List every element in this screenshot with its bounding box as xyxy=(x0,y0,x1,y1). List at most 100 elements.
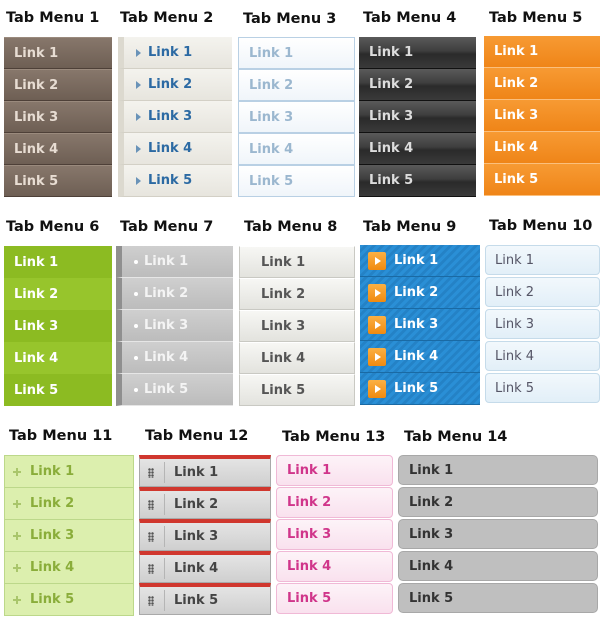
menu-link-3[interactable]: Link 3 xyxy=(360,309,480,341)
menu-link-5[interactable]: Link 5 xyxy=(360,373,480,405)
menu-link-1[interactable]: Link 1 xyxy=(360,245,480,277)
menu-link-5[interactable]: Link 5 xyxy=(485,373,600,403)
menu-link-2[interactable]: Link 2 xyxy=(116,278,233,310)
menu-link-1[interactable]: Link 1 xyxy=(4,246,112,278)
menu-link-5[interactable]: Link 5 xyxy=(116,374,233,406)
menu-link-2[interactable]: Link 2 xyxy=(276,487,393,518)
menu-link-2[interactable]: Link 2 xyxy=(4,278,112,310)
menu-link-5[interactable]: Link 5 xyxy=(359,165,476,197)
plus-icon xyxy=(13,467,21,476)
menu-link-2[interactable]: Link 2 xyxy=(118,69,232,101)
menu-link-3[interactable]: Link 3 xyxy=(239,310,355,342)
menu-link-2[interactable]: Link 2 xyxy=(239,278,355,310)
menu-link-4[interactable]: Link 4 xyxy=(118,133,232,165)
link-label: Link 2 xyxy=(409,494,454,510)
link-label: Link 3 xyxy=(495,316,535,332)
menu-link-2[interactable]: Link 2 xyxy=(4,487,134,520)
menu-link-3[interactable]: Link 3 xyxy=(4,519,134,552)
menu-link-4[interactable]: Link 4 xyxy=(238,133,355,165)
menu-link-1[interactable]: Link 1 xyxy=(118,37,232,69)
link-label: Link 2 xyxy=(494,76,539,91)
menu-title: Tab Menu 7 xyxy=(120,219,214,235)
menu-link-5[interactable]: Link 5 xyxy=(4,374,112,406)
menu-title: Tab Menu 13 xyxy=(282,429,386,445)
menu-link-3[interactable]: Link 3 xyxy=(238,101,355,133)
menu-link-1[interactable]: Link 1 xyxy=(398,455,598,485)
play-icon xyxy=(368,315,386,334)
menu-link-5[interactable]: Link 5 xyxy=(118,165,232,197)
menu-link-3[interactable]: Link 3 xyxy=(485,309,600,339)
menu-link-4[interactable]: Link 4 xyxy=(4,133,112,165)
menu-link-5[interactable]: Link 5 xyxy=(238,165,355,197)
link-label: Link 2 xyxy=(148,77,193,92)
menu-link-5[interactable]: Link 5 xyxy=(276,583,393,614)
menu-link-5[interactable]: Link 5 xyxy=(4,583,134,616)
link-label: Link 3 xyxy=(369,109,414,124)
link-label: Link 1 xyxy=(394,253,439,268)
menu-link-3[interactable]: Link 3 xyxy=(118,101,232,133)
link-label: Link 4 xyxy=(148,141,193,156)
menu-link-5[interactable]: Link 5 xyxy=(4,165,112,197)
menu-link-2[interactable]: Link 2 xyxy=(4,69,112,101)
menu-link-3[interactable]: Link 3 xyxy=(276,519,393,550)
play-icon xyxy=(368,379,386,398)
menu-link-3[interactable]: Link 3 xyxy=(139,519,271,551)
menu-link-5[interactable]: Link 5 xyxy=(484,164,600,196)
link-label: Link 1 xyxy=(409,462,454,478)
menu-link-4[interactable]: Link 4 xyxy=(276,551,393,582)
grip-icon xyxy=(148,531,154,542)
tab-menu-1: Tab Menu 1 Link 1 Link 2 Link 3 Link 4 L… xyxy=(4,8,112,198)
link-label: Link 3 xyxy=(287,527,332,542)
menu-link-4[interactable]: Link 4 xyxy=(139,551,271,583)
link-label: Link 4 xyxy=(495,348,535,364)
menu-link-4[interactable]: Link 4 xyxy=(239,342,355,374)
menu-link-4[interactable]: Link 4 xyxy=(4,551,134,584)
menu-link-4[interactable]: Link 4 xyxy=(485,341,600,371)
menu-link-1[interactable]: Link 1 xyxy=(4,455,134,488)
chevron-right-icon xyxy=(136,144,141,153)
menu-link-1[interactable]: Link 1 xyxy=(276,455,393,486)
menu-link-2[interactable]: Link 2 xyxy=(360,277,480,309)
menu-link-1[interactable]: Link 1 xyxy=(484,36,600,68)
menu-link-2[interactable]: Link 2 xyxy=(485,277,600,307)
menu-link-3[interactable]: Link 3 xyxy=(116,310,233,342)
menu-link-5[interactable]: Link 5 xyxy=(239,374,355,406)
menu-link-3[interactable]: Link 3 xyxy=(398,519,598,549)
menu-link-3[interactable]: Link 3 xyxy=(4,101,112,133)
grip-icon xyxy=(148,595,154,606)
menu-link-2[interactable]: Link 2 xyxy=(139,487,271,519)
divider xyxy=(164,590,165,611)
menu-link-1[interactable]: Link 1 xyxy=(116,246,233,278)
menu-link-2[interactable]: Link 2 xyxy=(398,487,598,517)
menu-link-4[interactable]: Link 4 xyxy=(4,342,112,374)
menu-link-4[interactable]: Link 4 xyxy=(360,341,480,373)
menu-link-3[interactable]: Link 3 xyxy=(359,101,476,133)
link-label: Link 5 xyxy=(30,592,75,607)
link-label: Link 2 xyxy=(287,495,332,510)
menu-link-1[interactable]: Link 1 xyxy=(239,246,355,278)
menu-link-4[interactable]: Link 4 xyxy=(484,132,600,164)
menu-link-2[interactable]: Link 2 xyxy=(359,69,476,101)
menu-link-1[interactable]: Link 1 xyxy=(238,37,355,69)
menu-link-2[interactable]: Link 2 xyxy=(484,68,600,100)
menu-link-1[interactable]: Link 1 xyxy=(485,245,600,275)
link-label: Link 2 xyxy=(249,77,294,93)
link-label: Link 4 xyxy=(369,141,414,156)
link-label: Link 2 xyxy=(144,286,189,301)
menu-link-4[interactable]: Link 4 xyxy=(398,551,598,581)
menu-link-5[interactable]: Link 5 xyxy=(139,583,271,615)
menu-link-3[interactable]: Link 3 xyxy=(4,310,112,342)
menu-link-1[interactable]: Link 1 xyxy=(139,455,271,487)
menu-link-1[interactable]: Link 1 xyxy=(4,37,112,69)
link-label: Link 1 xyxy=(369,45,414,60)
menu-title: Tab Menu 5 xyxy=(489,10,583,26)
menu-link-1[interactable]: Link 1 xyxy=(359,37,476,69)
menu-link-3[interactable]: Link 3 xyxy=(484,100,600,132)
link-label: Link 2 xyxy=(261,286,306,302)
tab-menu-4: Tab Menu 4 Link 1 Link 2 Link 3 Link 4 L… xyxy=(359,8,476,198)
menu-link-4[interactable]: Link 4 xyxy=(359,133,476,165)
menu-link-4[interactable]: Link 4 xyxy=(116,342,233,374)
menu-link-5[interactable]: Link 5 xyxy=(398,583,598,613)
link-label: Link 2 xyxy=(14,77,59,93)
menu-link-2[interactable]: Link 2 xyxy=(238,69,355,101)
